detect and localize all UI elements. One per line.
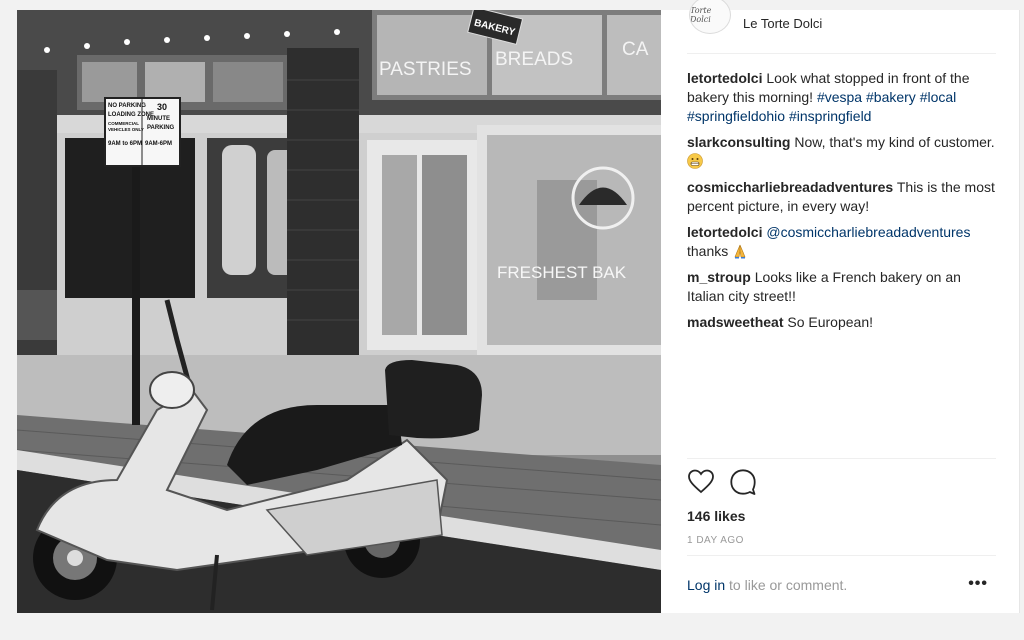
account-name[interactable]: Le Torte Dolci [743,16,822,31]
list-item: madsweetheat So European! [687,313,996,332]
heart-icon[interactable] [687,468,715,496]
parking-sign-right-line-3: PARKING [147,125,175,131]
section-divider [687,555,996,556]
comment-text: So European! [787,314,873,330]
post-photo[interactable]: PASTRIES BREADS CA BAKERY FRESHEST BAK N… [17,10,661,613]
parking-sign-right-line-2: MINUTE [147,116,170,122]
parking-sign-left-line-5: 9AM to 6PM [108,141,142,147]
instagram-post: PASTRIES BREADS CA BAKERY FRESHEST BAK N… [17,0,1020,613]
comment-username[interactable]: cosmiccharliebreadadventures [687,179,893,195]
hashtag-link[interactable]: #vespa [817,89,862,105]
list-item: letortedolci Look what stopped in front … [687,69,996,126]
comment-username[interactable]: slarkconsulting [687,134,790,150]
hashtag-link[interactable]: #springfieldohio [687,108,785,124]
sign-window: FRESHEST BAK [497,263,627,282]
post-actions [687,468,996,500]
speech-bubble-icon[interactable] [729,468,757,496]
sign-pastries: PASTRIES [379,59,472,80]
post-timestamp[interactable]: 1 DAY AGO [687,535,744,546]
parking-sign-right-line-1: 30 [157,102,167,112]
login-prompt-text: to like or comment. [725,577,848,593]
parking-sign-right-line-4: 9AM-6PM [145,141,172,147]
hashtag-link[interactable]: #bakery [866,89,916,105]
comment-text: thanks [687,243,729,259]
list-item: cosmiccharliebreadadventures This is the… [687,178,996,216]
mention-link[interactable]: @cosmiccharliebreadadventures [766,224,970,240]
list-item: letortedolci @cosmiccharliebreadadventur… [687,223,996,261]
list-item: slarkconsulting Now, that's my kind of c… [687,133,996,171]
hashtag-link[interactable]: #inspringfield [789,108,872,124]
parking-sign-left-line-3: COMMERCIAL [108,121,139,126]
login-link[interactable]: Log in [687,577,725,593]
list-item: m_stroup Looks like a French bakery on a… [687,268,996,306]
comment-username[interactable]: m_stroup [687,269,751,285]
sign-ca: CA [622,39,649,60]
parking-sign-left-line-1: NO PARKING [108,103,146,109]
post-sidebar: Torte Dolci Le Torte Dolci letortedolci … [687,0,996,613]
grin-emoji-icon [687,153,703,169]
praying-hands-emoji-icon [734,244,746,259]
post-header: Torte Dolci Le Torte Dolci [687,0,996,54]
comment-username[interactable]: letortedolci [687,70,762,86]
parking-sign-left-line-4: VEHICLES ONLY [108,127,144,132]
hashtag-link[interactable]: #local [920,89,957,105]
like-count[interactable]: 146 likes [687,508,745,524]
more-options-button[interactable]: ••• [968,575,988,593]
scooter-bakery-photo: PASTRIES BREADS CA BAKERY FRESHEST BAK N… [17,10,661,613]
comment-username[interactable]: madsweetheat [687,314,783,330]
sign-breads: BREADS [495,49,573,70]
avatar-logo-text: Torte Dolci [690,6,712,24]
comment-username[interactable]: letortedolci [687,224,762,240]
comment-list: letortedolci Look what stopped in front … [687,69,996,339]
section-divider [687,458,996,459]
comment-text: Now, that's my kind of customer. [794,134,995,150]
avatar[interactable]: Torte Dolci [689,0,731,34]
login-prompt: Log in to like or comment. [687,577,996,593]
